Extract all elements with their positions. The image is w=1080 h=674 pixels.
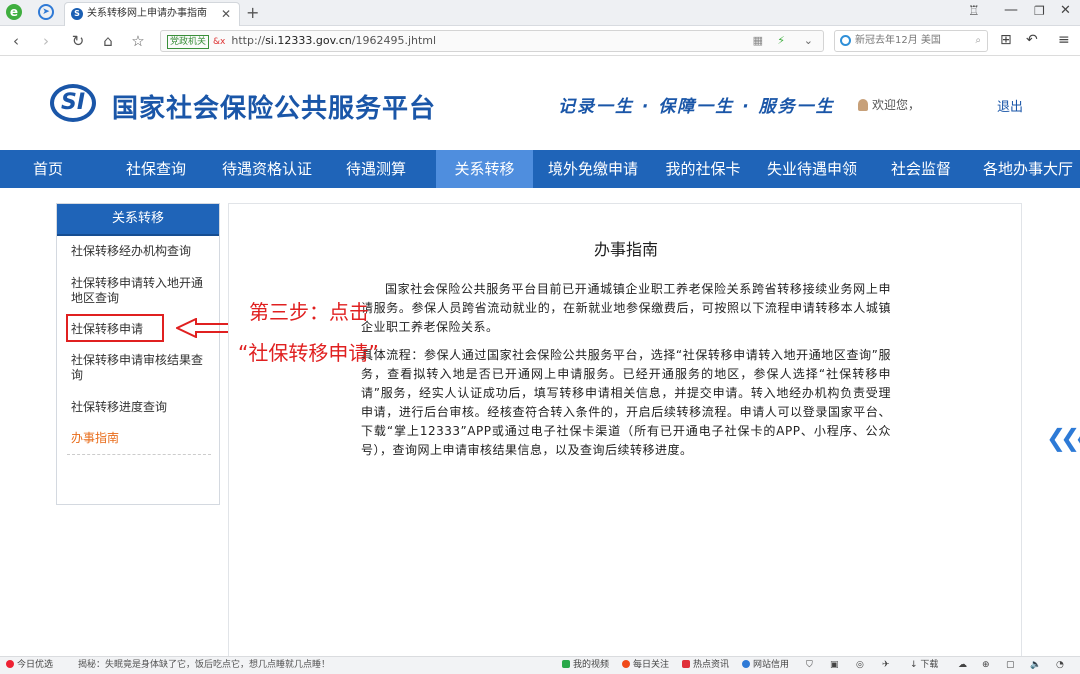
hot-news[interactable]: 热点资讯 [682, 657, 729, 674]
user-icon [858, 99, 868, 111]
today-picks[interactable]: 今日优选 [6, 657, 53, 674]
shield-status-icon[interactable]: ⛉ [806, 657, 813, 674]
site-credit[interactable]: 网站信用 [742, 657, 789, 674]
new-tab-icon[interactable]: + [246, 3, 259, 22]
tool-icon[interactable]: ✈ [882, 657, 890, 674]
image-icon[interactable]: ▣ [830, 657, 839, 674]
welcome-label: 欢迎您， [872, 98, 921, 112]
news-ticker[interactable]: 揭秘：失眠竟是身体缺了它，饭后吃点它，想几点睡就几点睡！ [78, 657, 330, 674]
welcome-text: 欢迎您， [858, 96, 920, 113]
nav-home[interactable]: 首页 [0, 150, 96, 188]
sidebar-item-agency-query[interactable]: 社保转移经办机构查询 [71, 244, 211, 259]
page-title: 办事指南 [593, 240, 658, 259]
annotation-target: “社保转移申请” [238, 341, 379, 365]
tab-close-icon[interactable]: ✕ [221, 3, 231, 25]
nav-supervision[interactable]: 社会监督 [876, 150, 966, 188]
nav-social-insurance-query[interactable]: 社保查询 [108, 150, 204, 188]
search-input[interactable]: 新冠去年12月 美国 ⌕ [834, 30, 988, 52]
my-video-label: 我的视频 [573, 660, 610, 670]
sidebar: 关系转移 社保转移经办机构查询 社保转移申请转入地开通地区查询 社保转移申请 社… [56, 203, 220, 505]
logout-link[interactable]: 退出 [997, 96, 1023, 115]
gov-badge: 党政机关 [167, 35, 210, 49]
zoom-icon[interactable]: ⊕ [982, 657, 990, 674]
nav-local-service-hall[interactable]: 各地办事大厅 [976, 150, 1080, 188]
nav-my-card[interactable]: 我的社保卡 [654, 150, 752, 188]
site-credit-label: 网站信用 [753, 660, 790, 670]
browser-tab-bar: e ➤ S 关系转移网上申请办事指南 ✕ + ♖ — ❐ ✕ [0, 0, 1080, 26]
sidebar-item-review-result[interactable]: 社保转移申请审核结果查询 [71, 353, 211, 383]
sidebar-heading: 关系转移 [57, 204, 219, 236]
browser-logo-icon[interactable]: e [6, 4, 22, 20]
back-icon[interactable]: ‹ [6, 31, 26, 51]
search-icon[interactable]: ⌕ [975, 31, 981, 51]
status-bar: 今日优选 揭秘：失眠竟是身体缺了它，饭后吃点它，想几点睡就几点睡！ 我的视频 每… [0, 656, 1080, 674]
sidebar-item-area-query[interactable]: 社保转移申请转入地开通地区查询 [71, 276, 211, 306]
nav-unemployment[interactable]: 失业待遇申领 [758, 150, 866, 188]
flame-icon [622, 660, 630, 668]
annotation-step: 第三步：点击 [249, 300, 369, 324]
guide-paragraph-intro: 国家社会保险公共服务平台目前已开通城镇企业职工养老保险关系跨省转移接续业务网上申… [361, 282, 891, 334]
menu-icon[interactable]: ≡ [1058, 32, 1070, 48]
home-icon[interactable]: ⌂ [98, 31, 118, 51]
window-icon[interactable]: ▢ [1006, 657, 1015, 674]
my-video[interactable]: 我的视频 [562, 657, 609, 674]
today-picks-label: 今日优选 [17, 660, 54, 670]
site-logo[interactable]: SI [50, 84, 96, 122]
volume-icon[interactable]: 🔈 [1030, 657, 1041, 674]
hot-news-label: 热点资讯 [693, 660, 730, 670]
url-host: si.12333.gov.cn [265, 34, 352, 47]
compass-icon[interactable]: ➤ [38, 4, 54, 20]
site-favicon-icon: S [71, 8, 83, 20]
site-slogan: 记录一生 · 保障一生 · 服务一生 [558, 97, 835, 117]
forward-icon[interactable]: › [36, 31, 56, 51]
search-text: 新冠去年12月 美国 [855, 35, 941, 46]
nav-transfer[interactable]: 关系转移 [436, 150, 533, 188]
bolt-icon[interactable]: ⚡ [777, 31, 785, 51]
shield-off-icon: &x [213, 37, 226, 47]
video-icon [562, 660, 570, 668]
daily-focus[interactable]: 每日关注 [622, 657, 669, 674]
shirt-icon[interactable]: ♖ [968, 4, 980, 19]
star-icon[interactable]: ☆ [128, 31, 148, 51]
collapse-arrow-icon[interactable]: ❮❮❮ [1046, 424, 1080, 452]
sidebar-item-guide[interactable]: 办事指南 [71, 431, 211, 446]
close-window-icon[interactable]: ✕ [1060, 3, 1071, 18]
zoom-level-icon[interactable]: ◔ [1056, 657, 1064, 674]
nav-benefit-qualification[interactable]: 待遇资格认证 [212, 150, 322, 188]
sidebar-item-progress[interactable]: 社保转移进度查询 [71, 400, 211, 415]
minimize-icon[interactable]: — [1004, 2, 1018, 18]
refresh-icon[interactable]: ↻ [68, 31, 88, 51]
daily-focus-label: 每日关注 [633, 660, 670, 670]
reader-icon[interactable]: ▦ [753, 31, 763, 51]
sidebar-divider [67, 454, 211, 455]
address-toolbar: ‹ › ↻ ⌂ ☆ 党政机关 &x http://si.12333.gov.cn/1… [0, 26, 1080, 56]
highlight-box [66, 314, 164, 342]
chevron-down-icon[interactable]: ⌄ [804, 31, 813, 51]
nav-benefit-estimate[interactable]: 待遇测算 [328, 150, 424, 188]
browser-tab[interactable]: S 关系转移网上申请办事指南 ✕ [64, 2, 240, 26]
url-path: /1962495.jhtml [351, 34, 437, 47]
site-title: 国家社会保险公共服务平台 [112, 94, 437, 124]
content-panel: 办事指南 国家社会保险公共服务平台目前已开通城镇企业职工养老保险关系跨省转移接续… [228, 203, 1022, 673]
apps-grid-icon[interactable]: ⊞ [1000, 32, 1012, 48]
url-prefix: http:// [231, 34, 266, 47]
news-ticker-text: 揭秘：失眠竟是身体缺了它，饭后吃点它，想几点睡就几点睡！ [78, 660, 331, 670]
cloud-icon[interactable]: ☁ [958, 657, 967, 674]
heart-icon [6, 660, 14, 668]
search-logo-icon [840, 35, 851, 46]
download-label: 下载 [920, 660, 939, 670]
main-nav: 首页 社保查询 待遇资格认证 待遇测算 关系转移 境外免缴申请 我的社保卡 失业… [0, 150, 1080, 188]
undo-icon[interactable]: ↶ [1026, 32, 1038, 48]
guide-paragraph-process: 具体流程：参保人通过国家社会保险公共服务平台，选择“社保转移申请转入地开通地区查… [361, 348, 891, 457]
restore-icon[interactable]: ❐ [1034, 4, 1045, 18]
nav-overseas-exemption[interactable]: 境外免缴申请 [540, 150, 646, 188]
news-icon [682, 660, 690, 668]
tab-title: 关系转移网上申请办事指南 [87, 8, 207, 19]
speed-icon[interactable]: ◎ [856, 657, 864, 674]
download[interactable]: ↓ 下载 [910, 657, 938, 674]
credit-icon [742, 660, 750, 668]
url-input[interactable]: 党政机关 &x http://si.12333.gov.cn/1962495.jht… [160, 30, 824, 52]
